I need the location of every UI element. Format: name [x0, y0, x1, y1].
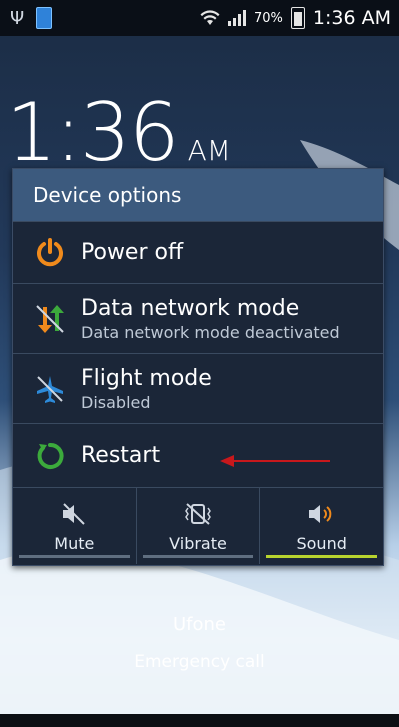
phone-status-icon [36, 7, 53, 29]
vibrate-button[interactable]: Vibrate [135, 488, 260, 564]
battery-percent: 70% [253, 10, 283, 26]
flight-mode-status: Disabled [81, 392, 151, 412]
usb-icon: Ψ [10, 7, 25, 29]
clock-time: 1:36 [6, 86, 180, 179]
sound-button[interactable]: Sound [259, 488, 383, 564]
data-network-status: Data network mode deactivated [81, 322, 340, 342]
data-network-mode-option[interactable]: Data network mode Data network mode deac… [13, 283, 383, 353]
device-options-dialog: Device options Power off Data network mo… [12, 168, 384, 566]
status-time: 1:36 AM [312, 7, 391, 29]
red-arrow-annotation [220, 455, 330, 467]
vibrate-icon [183, 500, 213, 528]
flight-mode-option[interactable]: Flight mode Disabled [13, 353, 383, 423]
sound-mode-selector: Mute Vibrate Sound [13, 487, 383, 564]
vibrate-label: Vibrate [169, 533, 227, 553]
restart-label: Restart [81, 443, 161, 468]
power-off-label: Power off [81, 240, 184, 265]
navigation-bar [0, 714, 399, 727]
sound-icon [307, 500, 337, 528]
airplane-icon [33, 372, 67, 406]
data-network-label: Data network mode [81, 295, 300, 321]
power-icon [33, 236, 67, 270]
mute-indicator [19, 555, 130, 558]
mute-button[interactable]: Mute [13, 488, 136, 564]
flight-mode-label: Flight mode [81, 365, 212, 391]
sound-indicator [266, 555, 378, 558]
signal-icon [227, 10, 246, 26]
sound-label: Sound [296, 533, 347, 553]
vibrate-indicator [142, 555, 254, 558]
mute-label: Mute [54, 533, 95, 553]
restart-icon [33, 439, 67, 473]
clock-ampm: AM [187, 134, 231, 167]
wifi-icon [200, 10, 220, 25]
battery-icon [290, 7, 305, 29]
emergency-call-button[interactable]: Emergency call [0, 652, 399, 672]
mute-icon [61, 500, 87, 528]
data-network-icon [33, 302, 67, 336]
carrier-name: Ufone [172, 614, 226, 635]
status-bar: Ψ 70% 1:36 AM [0, 0, 399, 36]
power-off-option[interactable]: Power off [13, 221, 383, 283]
lockscreen-clock: 1:36 AM [6, 86, 231, 179]
dialog-title: Device options [13, 169, 383, 221]
